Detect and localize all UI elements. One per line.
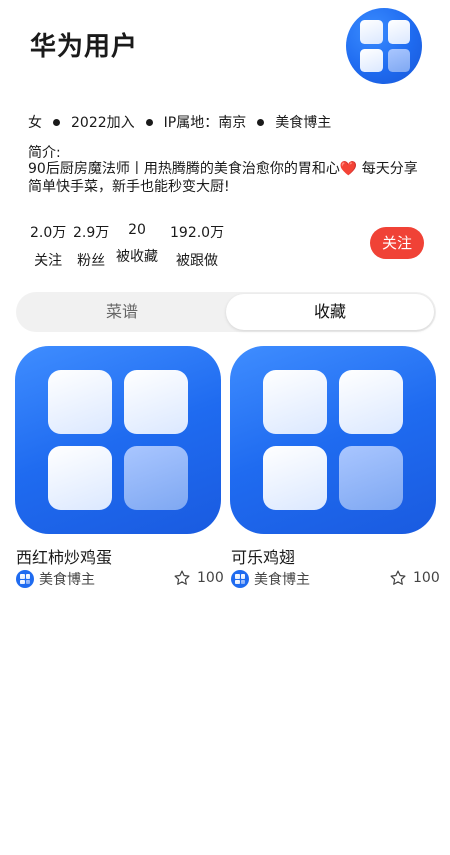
card-author[interactable]: 美食博主 xyxy=(16,569,95,589)
card-author[interactable]: 美食博主 xyxy=(231,569,310,589)
card-title[interactable]: 可乐鸡翅 xyxy=(231,544,295,568)
tab-recipes[interactable]: 菜谱 xyxy=(18,294,226,330)
card-title[interactable]: 西红柿炒鸡蛋 xyxy=(16,544,112,568)
card-image[interactable] xyxy=(15,346,221,534)
stat-value: 2.0万 xyxy=(30,225,67,241)
separator-dot xyxy=(53,118,60,126)
stat-value: 192.0万 xyxy=(170,225,225,241)
app-grid-icon xyxy=(235,574,245,584)
card-likes[interactable]: 100 xyxy=(173,569,224,587)
stat-label: 被跟做 xyxy=(176,253,219,269)
card-image[interactable] xyxy=(230,346,436,534)
stat-followed-cooking[interactable]: 192.0万 被跟做 xyxy=(170,222,224,270)
intro-label: 简介: xyxy=(28,145,61,161)
likes-count: 100 xyxy=(413,570,440,586)
author-name: 美食博主 xyxy=(39,572,95,588)
author-avatar xyxy=(16,570,34,588)
likes-count: 100 xyxy=(197,570,224,586)
profile-avatar[interactable] xyxy=(346,8,422,84)
author-name: 美食博主 xyxy=(254,572,310,588)
stat-label: 关注 xyxy=(34,253,63,269)
stat-value: 2.9万 xyxy=(73,225,110,241)
author-avatar xyxy=(231,570,249,588)
intro-text-part1: 90后厨房魔法师丨用热腾腾的美食治愈你的胃和心 xyxy=(28,161,340,177)
app-grid-icon xyxy=(263,370,403,510)
heart-icon: ❤️ xyxy=(339,161,358,177)
stat-fans[interactable]: 2.9万 粉丝 xyxy=(73,222,109,270)
stat-label: 被收藏 xyxy=(116,249,158,265)
star-outline-icon xyxy=(174,570,190,585)
stat-value: 20 xyxy=(128,222,146,238)
app-grid-icon xyxy=(20,574,30,584)
separator-dot xyxy=(145,118,153,126)
app-grid-icon xyxy=(48,370,188,510)
profile-meta: 女 2022加入 IP属地：南京 美食博主 xyxy=(28,112,331,132)
ip-location-text: IP属地：南京 xyxy=(163,115,247,131)
profile-name: 华为用户 xyxy=(30,32,139,62)
card-likes[interactable]: 100 xyxy=(389,569,440,587)
profile-tag: 美食博主 xyxy=(275,115,332,131)
tab-favorites[interactable]: 收藏 xyxy=(226,294,434,330)
stat-following[interactable]: 2.0万 关注 xyxy=(30,222,66,270)
star-outline-icon xyxy=(390,570,406,585)
intro-text: 90后厨房魔法师丨用热腾腾的美食治愈你的胃和心❤️ 每天分享简单快手菜，新手也能… xyxy=(28,160,423,196)
tab-bar: 菜谱 收藏 xyxy=(16,292,436,332)
follow-button[interactable]: 关注 xyxy=(370,227,424,259)
stat-label: 粉丝 xyxy=(77,253,106,269)
gender-text: 女 xyxy=(28,115,42,131)
joined-text: 2022加入 xyxy=(71,115,135,131)
separator-dot xyxy=(257,118,265,126)
app-grid-icon xyxy=(360,20,410,72)
stat-collected[interactable]: 20 被收藏 xyxy=(116,222,158,266)
